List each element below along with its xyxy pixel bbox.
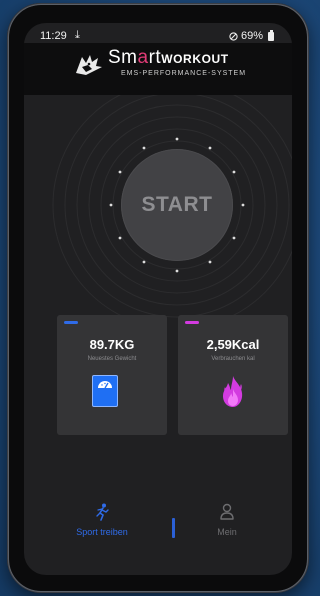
nav-mein-label: Mein xyxy=(217,527,237,537)
calories-label: Verbrauchen kal xyxy=(211,356,255,362)
download-icon: ⤓ xyxy=(75,29,80,41)
battery-icon xyxy=(268,29,274,41)
brand-smart-mid: rt xyxy=(148,47,162,68)
battery-percent: 69% xyxy=(240,30,263,42)
profile-icon xyxy=(220,503,234,520)
weight-card[interactable]: 89.7KG Neuestes Gewicht xyxy=(57,315,167,435)
nav-sport-label: Sport treiben xyxy=(76,527,128,537)
running-icon xyxy=(96,503,109,521)
nav-mein[interactable]: Mein xyxy=(182,503,272,537)
status-right-group: 69% xyxy=(229,29,274,42)
weight-value: 89.7KG xyxy=(89,337,135,352)
brand-smart-prefix: Sm xyxy=(108,47,138,68)
calories-card[interactable]: 2,59Kcal Verbrauchen kal xyxy=(178,315,288,435)
bottom-nav: Sport treiben Mein xyxy=(24,503,292,563)
calories-value: 2,59Kcal xyxy=(206,337,260,352)
brand-logo: SmartWORKOUT xyxy=(108,47,229,69)
logo-lion-icon xyxy=(76,55,102,75)
weight-label: Neuestes Gewicht xyxy=(87,356,137,362)
weight-card-accent xyxy=(64,321,78,324)
phone-frame: 11:29 ⤓ 69% SmartWORKOUT EMS-PERFORMANCE… xyxy=(7,3,309,593)
brand-smart-accent: a xyxy=(137,47,149,68)
dnd-icon xyxy=(229,31,238,41)
status-time: 11:29 xyxy=(40,30,67,42)
nav-sport-treiben[interactable]: Sport treiben xyxy=(57,503,147,537)
start-button[interactable]: START xyxy=(121,149,233,261)
scale-icon xyxy=(92,375,118,407)
brand-smart-text: Smart xyxy=(108,47,161,68)
flame-icon xyxy=(223,376,243,407)
status-bar: 11:29 ⤓ 69% xyxy=(24,23,292,45)
brand-workout-text: WORKOUT xyxy=(161,52,229,66)
app-screen: 11:29 ⤓ 69% SmartWORKOUT EMS-PERFORMANCE… xyxy=(24,23,292,575)
nav-active-indicator xyxy=(172,518,175,538)
brand-subtitle: EMS-PERFORMANCE-SYSTEM xyxy=(121,70,247,77)
calories-card-accent xyxy=(185,321,199,324)
